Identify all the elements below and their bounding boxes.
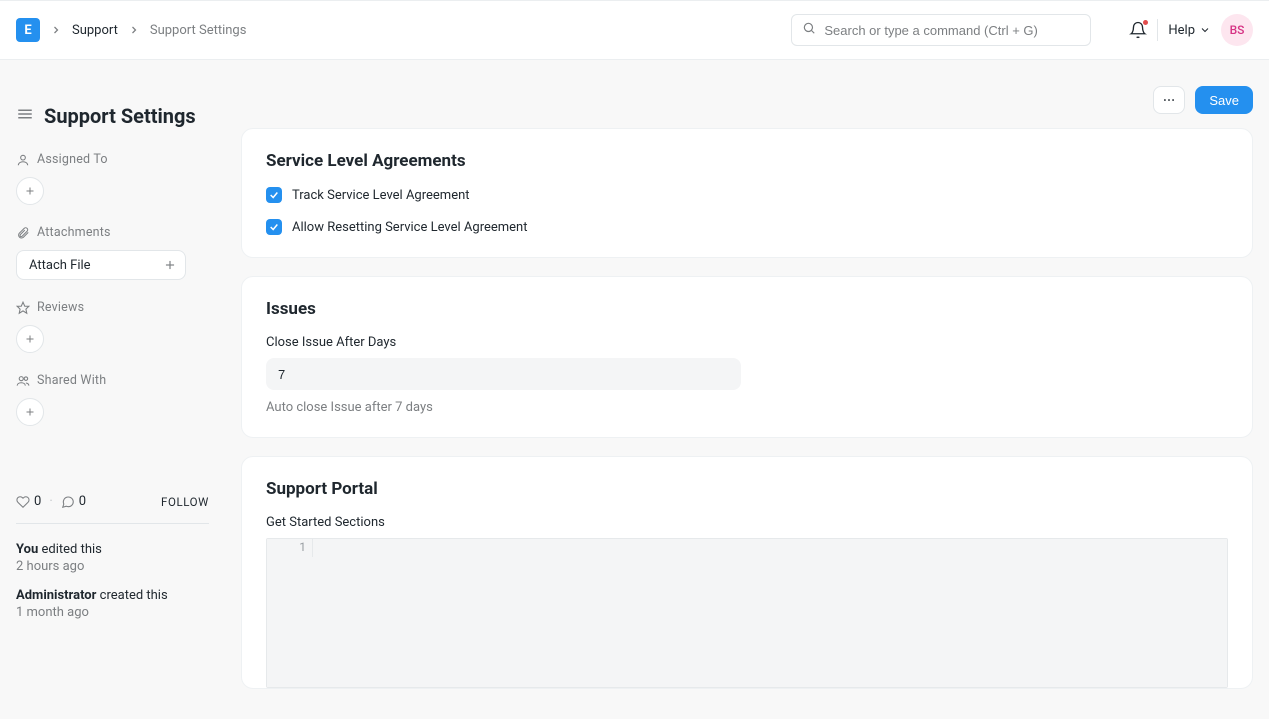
user-icon [16,153,30,167]
vertical-divider [1157,19,1158,41]
support-portal-card: Support Portal Get Started Sections 1 [241,456,1253,689]
add-assignee-button[interactable] [16,177,44,205]
page-title: Support Settings [44,104,196,128]
assigned-to-label: Assigned To [37,152,108,167]
issues-card: Issues Close Issue After Days Auto close… [241,276,1253,438]
likes-count: 0 [34,494,41,509]
sidebar: Support Settings Assigned To Attachments [0,60,225,719]
shared-with-section: Shared With [16,373,209,426]
engagement-stats: 0 · 0 FOLLOW [16,494,209,509]
search-input[interactable] [824,23,1080,38]
attach-file-button[interactable]: Attach File [16,250,186,280]
comments-count: 0 [79,494,86,509]
activity-who: You [16,542,38,557]
activity-entry: You edited this 2 hours ago [16,542,209,574]
reviews-section: Reviews [16,300,209,353]
activity-action: edited this [42,542,102,557]
more-horizontal-icon [1162,93,1176,107]
notification-dot-icon [1143,20,1148,25]
sla-card: Service Level Agreements Track Service L… [241,128,1253,258]
shared-with-label: Shared With [37,373,106,388]
reviews-label: Reviews [37,300,84,315]
plus-icon [163,258,177,272]
save-button[interactable]: Save [1195,86,1253,114]
activity-log: You edited this 2 hours ago Administrato… [16,542,209,620]
track-sla-label: Track Service Level Agreement [292,188,470,203]
code-line-content[interactable] [313,539,1227,557]
app-logo[interactable]: E [16,18,40,42]
activity-when: 2 hours ago [16,559,209,574]
assigned-to-section: Assigned To [16,152,209,205]
chevron-down-icon [1199,24,1211,36]
breadcrumb-root[interactable]: Support [72,23,118,38]
menu-icon[interactable] [16,105,34,127]
search-icon [802,21,816,39]
activity-who: Administrator [16,588,96,603]
check-icon [269,190,279,200]
close-after-label: Close Issue After Days [266,335,1228,350]
support-portal-title: Support Portal [266,479,1228,499]
activity-when: 1 month ago [16,605,209,620]
navbar: E Support Support Settings Help BS [0,0,1269,60]
activity-entry: Administrator created this 1 month ago [16,588,209,620]
attachments-section: Attachments Attach File [16,225,209,280]
more-actions-button[interactable] [1153,86,1185,114]
heart-icon[interactable]: 0 [16,494,41,509]
paperclip-icon [16,226,30,240]
add-shared-button[interactable] [16,398,44,426]
star-icon [16,301,30,315]
help-label: Help [1168,23,1195,38]
close-after-input[interactable] [266,358,741,390]
chevron-right-icon [50,24,62,36]
code-editor[interactable]: 1 [266,538,1228,688]
chevron-right-icon [128,24,140,36]
help-menu[interactable]: Help [1168,23,1211,38]
sidebar-divider [16,523,209,524]
attach-file-label: Attach File [29,258,91,273]
close-after-help: Auto close Issue after 7 days [266,400,1228,415]
track-sla-checkbox[interactable] [266,187,282,203]
page-toolbar: Save [225,60,1269,128]
check-icon [269,222,279,232]
attachments-label: Attachments [37,225,111,240]
issues-title: Issues [266,299,1228,319]
breadcrumb-current: Support Settings [150,23,247,38]
comment-icon[interactable]: 0 [61,494,86,509]
sla-title: Service Level Agreements [266,151,1228,171]
follow-button[interactable]: FOLLOW [161,495,209,509]
notifications-button[interactable] [1129,21,1147,39]
activity-action: created this [100,588,168,603]
allow-reset-sla-checkbox[interactable] [266,219,282,235]
get-started-sections-label: Get Started Sections [266,515,1228,530]
add-review-button[interactable] [16,325,44,353]
line-number: 1 [267,539,313,557]
allow-reset-sla-label: Allow Resetting Service Level Agreement [292,220,528,235]
search-box[interactable] [791,14,1091,46]
user-avatar[interactable]: BS [1221,14,1253,46]
users-icon [16,374,30,388]
